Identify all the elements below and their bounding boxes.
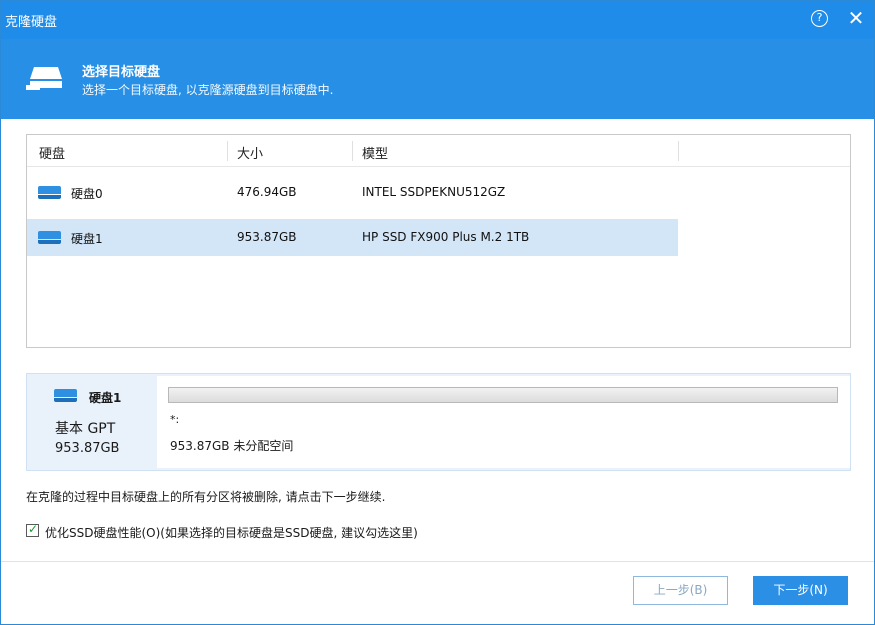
- table-row-selected[interactable]: 硬盘1 953.87GB HP SSD FX900 Plus M.2 1TB: [27, 219, 678, 256]
- disk-size: 953.87GB: [237, 230, 297, 244]
- hard-disk-icon: [26, 67, 62, 90]
- checkmark-icon: ✓: [28, 522, 39, 536]
- column-divider: [227, 141, 228, 161]
- disk-table: 硬盘 大小 模型 硬盘0 476.94GB INTEL SSDPEKNU512G…: [26, 134, 851, 348]
- warning-text: 在克隆的过程中目标硬盘上的所有分区将被删除, 请点击下一步继续.: [26, 490, 386, 504]
- optimize-ssd-label[interactable]: 优化SSD硬盘性能(O)(如果选择的目标硬盘是SSD硬盘, 建议勾选这里): [45, 524, 418, 541]
- column-divider: [352, 141, 353, 161]
- disk-name: 硬盘0: [71, 187, 103, 201]
- optimize-ssd-checkbox[interactable]: ✓: [26, 522, 39, 537]
- header-subtitle: 选择一个目标硬盘, 以克隆源硬盘到目标硬盘中.: [82, 83, 334, 97]
- partition-bar[interactable]: [168, 387, 838, 403]
- disk-map-panel: 硬盘1 基本 GPT 953.87GB *: 953.87GB 未分配空间: [26, 373, 851, 471]
- partition-description: 953.87GB 未分配空间: [170, 439, 294, 453]
- footer-divider: [1, 561, 874, 562]
- close-icon[interactable]: ✕: [845, 7, 867, 29]
- table-row[interactable]: 硬盘0 476.94GB INTEL SSDPEKNU512GZ: [27, 174, 678, 211]
- window-title: 克隆硬盘: [5, 15, 58, 30]
- column-header-model[interactable]: 模型: [362, 143, 388, 162]
- partition-area[interactable]: *: 953.87GB 未分配空间: [157, 376, 850, 468]
- table-header: 硬盘 大小 模型: [27, 135, 850, 167]
- clone-disk-dialog: 克隆硬盘 ? ✕ 选择目标硬盘 选择一个目标硬盘, 以克隆源硬盘到目标硬盘中. …: [0, 0, 875, 625]
- hard-disk-icon: [38, 186, 61, 199]
- column-divider: [678, 141, 679, 161]
- disk-map-type: 基本 GPT: [55, 421, 116, 437]
- title-bar: 克隆硬盘 ? ✕: [1, 1, 874, 39]
- partition-label: *:: [170, 413, 180, 426]
- disk-info[interactable]: 硬盘1 基本 GPT 953.87GB: [27, 374, 157, 470]
- hard-disk-icon: [38, 231, 61, 244]
- disk-size: 476.94GB: [237, 185, 297, 199]
- disk-name: 硬盘1: [71, 232, 103, 246]
- disk-model: INTEL SSDPEKNU512GZ: [362, 185, 506, 199]
- next-button[interactable]: 下一步(N): [753, 576, 848, 605]
- header-banner: 选择目标硬盘 选择一个目标硬盘, 以克隆源硬盘到目标硬盘中.: [1, 39, 874, 119]
- disk-model: HP SSD FX900 Plus M.2 1TB: [362, 230, 530, 244]
- column-header-disk[interactable]: 硬盘: [39, 143, 65, 162]
- hard-disk-icon: [54, 389, 77, 402]
- header-title: 选择目标硬盘: [82, 65, 161, 80]
- disk-map-name: 硬盘1: [89, 391, 122, 405]
- column-header-size[interactable]: 大小: [237, 143, 263, 162]
- disk-map-size: 953.87GB: [55, 441, 120, 456]
- back-button[interactable]: 上一步(B): [633, 576, 728, 605]
- help-icon[interactable]: ?: [811, 10, 828, 27]
